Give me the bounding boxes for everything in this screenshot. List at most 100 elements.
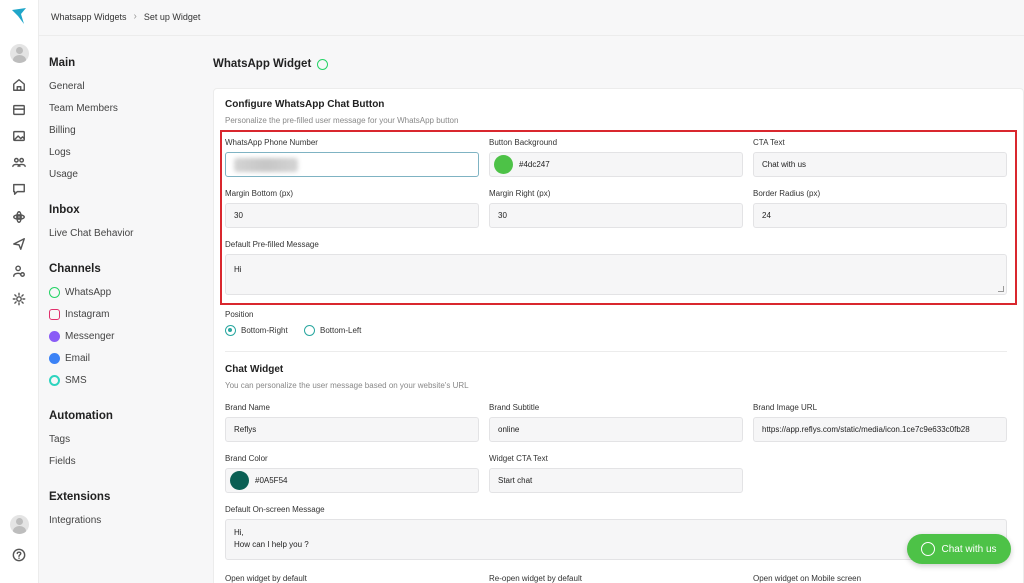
inbox-icon[interactable] [10, 101, 28, 119]
reopen-by-default-label: Re-open widget by default [489, 574, 582, 583]
position-bottom-left-radio[interactable]: Bottom-Left [304, 325, 361, 336]
nav-section-extensions: Extensions [49, 491, 111, 503]
button-background-input[interactable]: #4dc247 [489, 152, 743, 177]
button-background-label: Button Background [489, 138, 558, 147]
radio-selected-icon[interactable] [225, 325, 236, 336]
nav-section-inbox: Inbox [49, 204, 80, 216]
nav-item-instagram[interactable]: Instagram [49, 309, 109, 320]
onscreen-message-textarea[interactable]: Hi, How can I help you ? [225, 519, 1007, 560]
whatsapp-icon [921, 542, 936, 556]
breadcrumb-parent[interactable]: Whatsapp Widgets [51, 12, 127, 22]
chat-icon[interactable] [10, 180, 28, 198]
nav-item-tags[interactable]: Tags [49, 434, 70, 445]
integrations-icon[interactable] [10, 208, 28, 226]
icon-rail [0, 0, 39, 583]
instagram-icon [49, 309, 60, 320]
contacts-icon[interactable] [10, 153, 28, 171]
phone-label: WhatsApp Phone Number [225, 138, 318, 147]
resize-handle-icon[interactable] [998, 286, 1004, 292]
nav-item-label: Messenger [65, 331, 115, 342]
widget-cta-input[interactable]: Start chat [489, 468, 743, 493]
chat-with-us-button[interactable]: Chat with us [907, 534, 1011, 564]
nav-item-email[interactable]: Email [49, 353, 90, 364]
nav-item-label: SMS [65, 375, 87, 386]
button-background-value: #4dc247 [519, 160, 550, 169]
nav-section-automation: Automation [49, 410, 113, 422]
nav-item-live-chat-behavior[interactable]: Live Chat Behavior [49, 228, 134, 239]
nav-item-general[interactable]: General [49, 81, 85, 92]
nav-section-main: Main [49, 57, 76, 69]
image-icon[interactable] [10, 127, 28, 145]
open-by-default-label: Open widget by default [225, 574, 307, 583]
phone-input[interactable] [225, 152, 479, 177]
onscreen-message-line: Hi, [234, 528, 244, 537]
home-icon[interactable] [10, 76, 28, 94]
whatsapp-icon [49, 287, 60, 298]
cta-text-input[interactable]: Chat with us [753, 152, 1007, 177]
margin-right-label: Margin Right (px) [489, 189, 551, 198]
chat-widget-subtitle: You can personalize the user message bas… [225, 381, 469, 390]
cta-text-label: CTA Text [753, 138, 785, 147]
configure-subtitle: Personalize the pre-filled user message … [225, 116, 459, 125]
position-bottom-right-radio[interactable]: Bottom-Right [225, 325, 288, 336]
nav-item-messenger[interactable]: Messenger [49, 331, 114, 342]
brand-name-input[interactable]: Reflys [225, 417, 479, 442]
nav-section-channels: Channels [49, 263, 101, 275]
app-logo-icon[interactable] [9, 6, 29, 26]
breadcrumb: Whatsapp Widgets › Set up Widget [51, 11, 200, 22]
page-title: WhatsApp Widget [213, 58, 329, 70]
nav-item-usage[interactable]: Usage [49, 169, 78, 180]
default-message-value: Hi [234, 265, 242, 274]
border-radius-label: Border Radius (px) [753, 189, 821, 198]
user-settings-icon[interactable] [10, 262, 28, 280]
gear-icon[interactable] [10, 290, 28, 308]
brand-image-label: Brand Image URL [753, 403, 818, 412]
open-on-mobile-label: Open widget on Mobile screen [753, 574, 862, 583]
nav-item-team-members[interactable]: Team Members [49, 103, 118, 114]
brand-color-value: #0A5F54 [255, 476, 288, 485]
brand-subtitle-input[interactable]: online [489, 417, 743, 442]
brand-image-input[interactable]: https://app.reflys.com/static/media/icon… [753, 417, 1007, 442]
nav-item-whatsapp[interactable]: WhatsApp [49, 287, 111, 298]
nav-item-label: Email [65, 353, 91, 364]
margin-bottom-input[interactable]: 30 [225, 203, 479, 228]
brand-color-label: Brand Color [225, 454, 268, 463]
radio-label: Bottom-Right [241, 326, 288, 335]
color-swatch[interactable] [230, 471, 249, 490]
settings-nav: Main General Team Members Billing Logs U… [39, 36, 199, 583]
margin-right-input[interactable]: 30 [489, 203, 743, 228]
help-icon[interactable] [10, 546, 28, 564]
default-message-textarea[interactable]: Hi [225, 254, 1007, 295]
chat-widget-title: Chat Widget [225, 364, 284, 375]
radio-label: Bottom-Left [320, 326, 362, 335]
radio-unselected-icon[interactable] [304, 325, 315, 336]
nav-item-billing[interactable]: Billing [49, 125, 76, 136]
position-label: Position [225, 310, 254, 319]
brand-name-label: Brand Name [225, 403, 270, 412]
nav-item-logs[interactable]: Logs [49, 147, 71, 158]
brand-subtitle-label: Brand Subtitle [489, 403, 540, 412]
chevron-right-icon: › [133, 11, 137, 22]
border-radius-input[interactable]: 24 [753, 203, 1007, 228]
top-bar: Whatsapp Widgets › Set up Widget [39, 0, 1024, 36]
brand-color-input[interactable]: #0A5F54 [225, 468, 479, 493]
page-title-text: WhatsApp Widget [213, 58, 312, 70]
section-divider [225, 351, 1007, 352]
color-swatch[interactable] [494, 155, 513, 174]
nav-item-sms[interactable]: SMS [49, 375, 87, 386]
send-icon[interactable] [10, 235, 28, 253]
redacted-phone [234, 157, 298, 172]
chat-with-us-label: Chat with us [941, 543, 997, 555]
workspace-avatar[interactable] [10, 44, 29, 63]
user-avatar[interactable] [10, 515, 29, 534]
onscreen-message-label: Default On-screen Message [225, 505, 325, 514]
nav-item-integrations[interactable]: Integrations [49, 515, 101, 526]
messenger-icon [49, 331, 60, 342]
nav-item-fields[interactable]: Fields [49, 456, 76, 467]
breadcrumb-current: Set up Widget [143, 11, 201, 22]
nav-item-label: Instagram [65, 309, 110, 320]
email-icon [49, 353, 60, 364]
onscreen-message-line: How can I help you ? [234, 540, 309, 549]
nav-item-label: WhatsApp [65, 287, 112, 298]
whatsapp-icon [317, 58, 329, 70]
